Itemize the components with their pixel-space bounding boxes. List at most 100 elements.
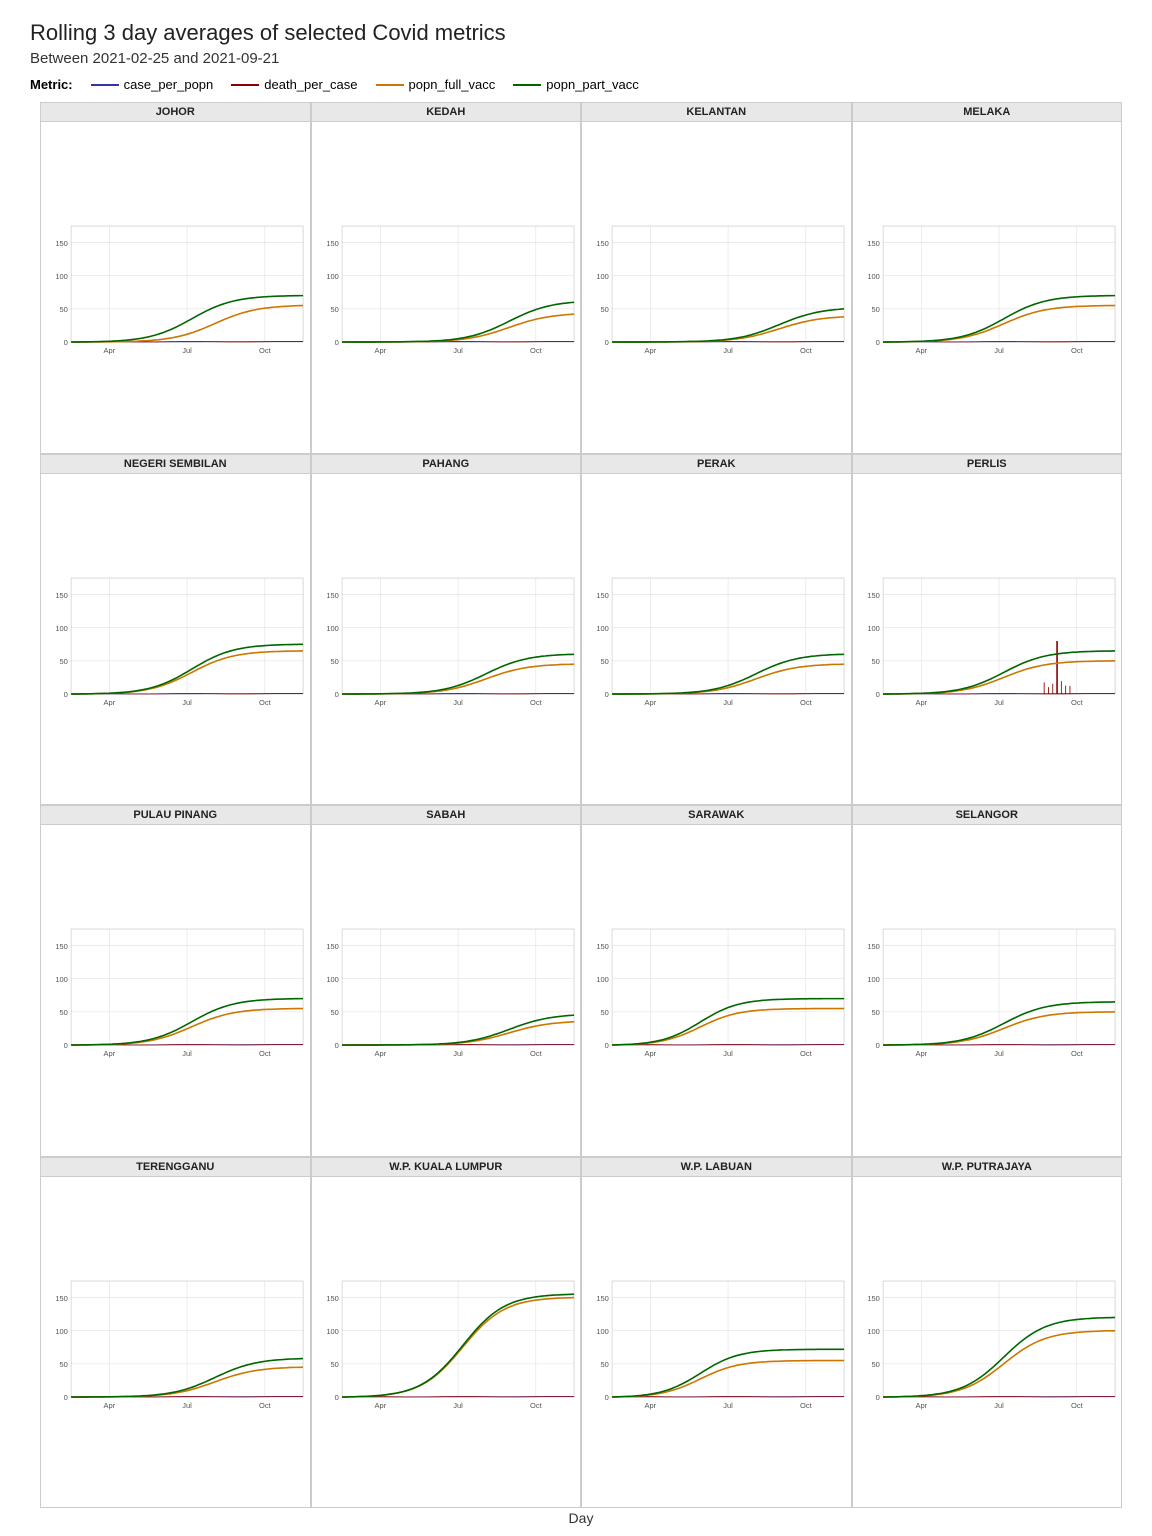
svg-text:Apr: Apr <box>374 1400 386 1409</box>
legend-line-case <box>91 84 119 86</box>
legend-line-full <box>376 84 404 86</box>
svg-text:Jul: Jul <box>453 346 463 355</box>
svg-text:0: 0 <box>605 338 609 347</box>
svg-text:Oct: Oct <box>1070 1049 1083 1058</box>
svg-text:100: 100 <box>867 623 880 632</box>
legend-line-death <box>231 84 259 86</box>
svg-text:100: 100 <box>326 272 339 281</box>
legend: Metric: case_per_popn death_per_case pop… <box>30 77 1122 92</box>
svg-text:Jul: Jul <box>453 1400 463 1409</box>
chart-cell-10: SARAWAK 050100150AprJulOct <box>581 805 852 1157</box>
svg-text:50: 50 <box>330 1008 338 1017</box>
svg-text:Apr: Apr <box>644 1049 656 1058</box>
chart-cell-1: KEDAH 050100150AprJulOct <box>311 102 582 454</box>
svg-text:0: 0 <box>875 338 879 347</box>
svg-text:Oct: Oct <box>800 1049 813 1058</box>
svg-text:50: 50 <box>330 657 338 666</box>
svg-text:150: 150 <box>326 942 339 951</box>
svg-text:Apr: Apr <box>644 697 656 706</box>
svg-text:150: 150 <box>55 1293 68 1302</box>
svg-text:Jul: Jul <box>723 346 733 355</box>
page-subtitle: Between 2021-02-25 and 2021-09-21 <box>30 50 1122 67</box>
chart-title-3: MELAKA <box>853 103 1122 122</box>
svg-text:0: 0 <box>875 1041 879 1050</box>
chart-svg-12: 050100150AprJulOct <box>41 1177 310 1508</box>
chart-cell-9: SABAH 050100150AprJulOct <box>311 805 582 1157</box>
svg-text:Apr: Apr <box>374 346 386 355</box>
chart-title-12: TERENGGANU <box>41 1158 310 1177</box>
x-axis-label: Day <box>40 1508 1122 1526</box>
svg-text:50: 50 <box>60 657 68 666</box>
chart-title-0: JOHOR <box>41 103 310 122</box>
chart-svg-6: 050100150AprJulOct <box>582 474 851 805</box>
svg-text:50: 50 <box>871 305 879 314</box>
chart-title-13: W.P. KUALA LUMPUR <box>312 1158 581 1177</box>
legend-popn-part-vacc: popn_part_vacc <box>513 77 639 92</box>
legend-text-death: death_per_case <box>264 77 357 92</box>
svg-text:Oct: Oct <box>800 1400 813 1409</box>
svg-text:100: 100 <box>55 975 68 984</box>
svg-text:Apr: Apr <box>103 346 115 355</box>
svg-text:Apr: Apr <box>103 1400 115 1409</box>
svg-text:Apr: Apr <box>374 697 386 706</box>
chart-cell-14: W.P. LABUAN 050100150AprJulOct <box>581 1157 852 1509</box>
svg-text:150: 150 <box>867 239 880 248</box>
svg-text:50: 50 <box>871 1008 879 1017</box>
legend-line-part <box>513 84 541 86</box>
svg-text:150: 150 <box>596 590 609 599</box>
svg-text:Apr: Apr <box>915 1049 927 1058</box>
legend-popn-full-vacc: popn_full_vacc <box>376 77 496 92</box>
svg-text:0: 0 <box>64 1041 68 1050</box>
svg-text:50: 50 <box>601 1360 609 1369</box>
svg-text:Jul: Jul <box>723 1049 733 1058</box>
chart-title-6: PERAK <box>582 455 851 474</box>
chart-title-1: KEDAH <box>312 103 581 122</box>
svg-text:Jul: Jul <box>182 346 192 355</box>
chart-cell-5: PAHANG 050100150AprJulOct <box>311 454 582 806</box>
svg-text:50: 50 <box>60 1008 68 1017</box>
svg-text:Jul: Jul <box>994 346 1004 355</box>
svg-text:Apr: Apr <box>103 1049 115 1058</box>
chart-title-5: PAHANG <box>312 455 581 474</box>
chart-cell-8: PULAU PINANG 050100150AprJulOct <box>40 805 311 1157</box>
legend-label: Metric: <box>30 77 73 92</box>
svg-text:100: 100 <box>55 623 68 632</box>
chart-title-4: NEGERI SEMBILAN <box>41 455 310 474</box>
svg-text:Apr: Apr <box>915 346 927 355</box>
svg-text:150: 150 <box>55 590 68 599</box>
chart-inner-0: 050100150AprJulOct <box>41 122 310 453</box>
svg-text:100: 100 <box>596 272 609 281</box>
legend-text-full: popn_full_vacc <box>409 77 496 92</box>
svg-text:Apr: Apr <box>915 1400 927 1409</box>
svg-text:50: 50 <box>330 1360 338 1369</box>
chart-cell-2: KELANTAN 050100150AprJulOct <box>581 102 852 454</box>
chart-inner-11: 050100150AprJulOct <box>853 825 1122 1156</box>
svg-text:Oct: Oct <box>529 1400 542 1409</box>
chart-svg-14: 050100150AprJulOct <box>582 1177 851 1508</box>
chart-svg-7: 050100150AprJulOct <box>853 474 1122 805</box>
svg-text:Apr: Apr <box>915 697 927 706</box>
chart-inner-2: 050100150AprJulOct <box>582 122 851 453</box>
svg-text:Jul: Jul <box>182 1049 192 1058</box>
chart-title-8: PULAU PINANG <box>41 806 310 825</box>
legend-death-per-case: death_per_case <box>231 77 357 92</box>
svg-text:Jul: Jul <box>723 1400 733 1409</box>
svg-text:0: 0 <box>334 1393 338 1402</box>
svg-text:150: 150 <box>326 239 339 248</box>
legend-text-case: case_per_popn <box>124 77 214 92</box>
svg-text:150: 150 <box>596 239 609 248</box>
svg-text:0: 0 <box>64 690 68 699</box>
svg-text:150: 150 <box>326 590 339 599</box>
chart-svg-5: 050100150AprJulOct <box>312 474 581 805</box>
page-title: Rolling 3 day averages of selected Covid… <box>30 20 1122 46</box>
chart-svg-3: 050100150AprJulOct <box>853 122 1122 453</box>
svg-text:Apr: Apr <box>374 1049 386 1058</box>
svg-text:0: 0 <box>334 338 338 347</box>
svg-text:Oct: Oct <box>259 697 272 706</box>
svg-text:50: 50 <box>330 305 338 314</box>
svg-text:Oct: Oct <box>1070 346 1083 355</box>
chart-cell-6: PERAK 050100150AprJulOct <box>581 454 852 806</box>
chart-cell-13: W.P. KUALA LUMPUR 050100150AprJulOct <box>311 1157 582 1509</box>
chart-svg-13: 050100150AprJulOct <box>312 1177 581 1508</box>
svg-text:0: 0 <box>605 1393 609 1402</box>
